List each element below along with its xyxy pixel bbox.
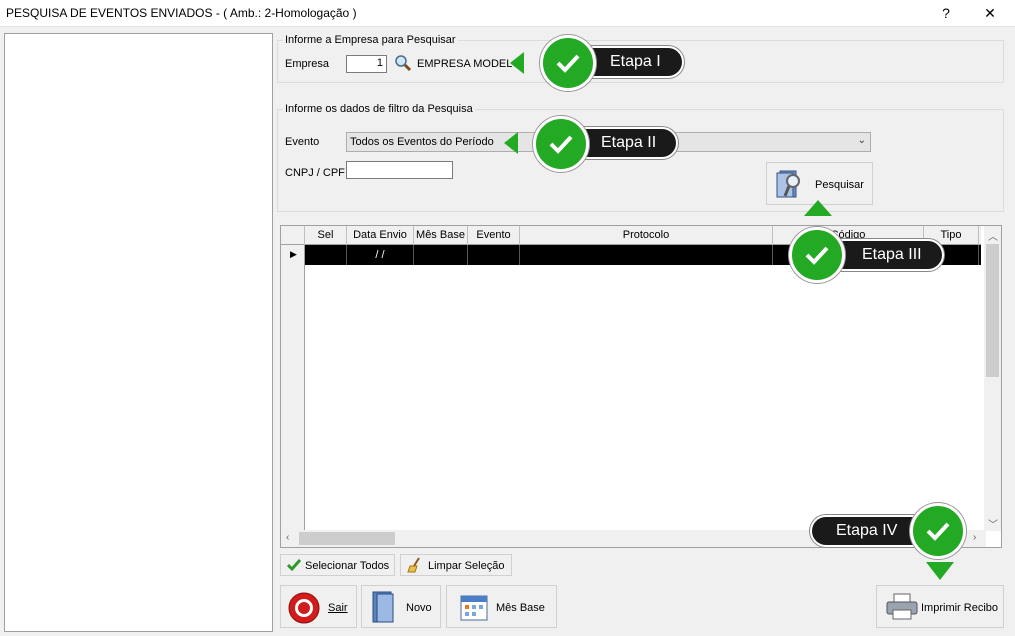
limpar-selecao-label: Limpar Seleção [428, 560, 505, 572]
mes-base-button[interactable]: Mês Base [446, 585, 557, 628]
scroll-right-icon[interactable]: › [973, 532, 976, 543]
etapa4-pointer [926, 562, 954, 580]
sair-label: Sair [328, 602, 348, 614]
close-button[interactable]: ✕ [968, 0, 1012, 27]
help-button[interactable]: ? [924, 0, 968, 27]
vertical-scroll-thumb[interactable] [986, 244, 999, 377]
filtro-group-title: Informe os dados de filtro da Pesquisa [283, 103, 475, 115]
selecionar-todos-label: Selecionar Todos [305, 560, 390, 572]
etapa3-check-icon [789, 227, 845, 283]
col-mes-base[interactable]: Mês Base [414, 226, 468, 245]
title-bar: PESQUISA DE EVENTOS ENVIADOS - ( Amb.: 2… [0, 0, 1015, 27]
etapa1-check-icon [540, 35, 596, 91]
etapa3-pointer [804, 200, 832, 216]
cnpj-label: CNPJ / CPF [285, 167, 345, 179]
evento-label: Evento [285, 136, 320, 148]
imprimir-recibo-label: Imprimir Recibo [921, 602, 999, 614]
printer-icon [885, 593, 919, 624]
empresa-code-input[interactable]: 1 [346, 55, 387, 73]
cell-protocolo[interactable] [520, 245, 773, 265]
cell-sel[interactable] [305, 245, 347, 265]
chevron-down-icon: ⌄ [857, 135, 866, 146]
window-title: PESQUISA DE EVENTOS ENVIADOS - ( Amb.: 2… [6, 6, 357, 20]
broom-icon [407, 557, 423, 576]
etapa2-label: Etapa II [601, 134, 657, 151]
search-document-icon [774, 168, 806, 203]
etapa2-check-icon [533, 116, 589, 172]
cell-mes-base[interactable] [414, 245, 468, 265]
etapa1-label: Etapa I [610, 53, 661, 70]
col-protocolo[interactable]: Protocolo [520, 226, 773, 245]
scroll-down-icon[interactable]: ﹀ [988, 516, 998, 531]
vertical-scrollbar[interactable]: ︿ ﹀ [984, 226, 1001, 531]
novo-label: Novo [406, 602, 432, 614]
results-grid[interactable]: Sel Data Envio Mês Base Evento Protocolo… [280, 225, 1002, 548]
etapa1-pointer [510, 52, 524, 74]
etapa4-label: Etapa IV [836, 522, 898, 539]
scroll-left-icon[interactable]: ‹ [286, 532, 289, 543]
checkmark-icon [286, 558, 302, 575]
col-data-envio[interactable]: Data Envio [347, 226, 414, 245]
new-document-icon [369, 590, 399, 627]
search-icon[interactable] [394, 54, 412, 75]
etapa4-check-icon [910, 503, 966, 559]
novo-button[interactable]: Novo [361, 585, 441, 628]
cnpj-input[interactable] [346, 161, 453, 179]
pesquisar-button[interactable]: Pesquisar [766, 162, 873, 205]
etapa3-label: Etapa III [862, 246, 922, 263]
selecionar-todos-button[interactable]: Selecionar Todos [280, 554, 395, 576]
current-row-indicator-icon: ▶ [290, 249, 297, 259]
calendar-icon [459, 592, 489, 625]
horizontal-scroll-thumb[interactable] [299, 532, 395, 545]
mes-base-label: Mês Base [496, 602, 545, 614]
empresa-group-title: Informe a Empresa para Pesquisar [283, 34, 458, 46]
limpar-selecao-button[interactable]: Limpar Seleção [400, 554, 512, 576]
etapa2-pointer [504, 132, 518, 154]
pesquisar-label: Pesquisar [815, 179, 864, 191]
exit-power-icon [287, 591, 321, 628]
empresa-label: Empresa [285, 58, 330, 70]
header-indicator [281, 226, 305, 245]
imprimir-recibo-button[interactable]: Imprimir Recibo [876, 585, 1004, 628]
scroll-up-icon[interactable]: ︿ [988, 228, 998, 243]
cell-data-envio[interactable]: / / [347, 245, 414, 265]
sair-button[interactable]: Sair [280, 585, 357, 628]
evento-select-value: Todos os Eventos do Período [350, 136, 494, 148]
cell-evento[interactable] [468, 245, 520, 265]
col-sel[interactable]: Sel [305, 226, 347, 245]
row-indicator-column: ▶ [281, 245, 305, 531]
left-panel [4, 33, 273, 632]
col-evento[interactable]: Evento [468, 226, 520, 245]
empresa-name: EMPRESA MODELO [417, 58, 521, 70]
